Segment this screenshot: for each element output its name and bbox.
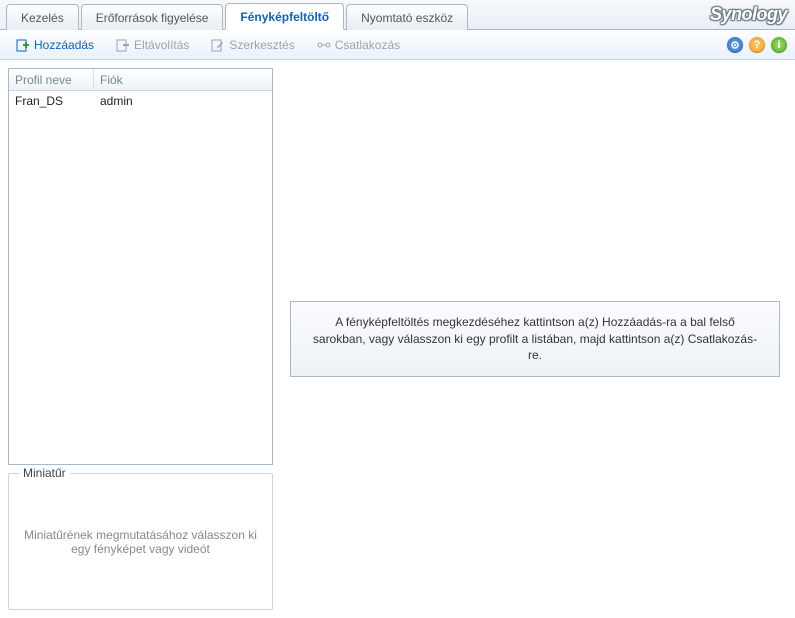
connect-icon: [317, 38, 331, 52]
remove-button: Eltávolítás: [108, 34, 197, 56]
tab-printer-tool[interactable]: Nyomtató eszköz: [346, 4, 468, 30]
left-column: Profil neve Fiók Fran_DS admin Miniatűr …: [8, 68, 273, 610]
right-column: A fényképfeltöltés megkezdéséhez kattint…: [283, 68, 787, 610]
tab-resource-monitor[interactable]: Erőforrások figyelése: [81, 4, 224, 30]
add-button[interactable]: Hozzáadás: [8, 34, 102, 56]
brand-logo: Synology: [710, 4, 787, 25]
cell-account: admin: [94, 94, 272, 108]
thumbnail-panel: Miniatűr Miniatűrének megmutatásához vál…: [8, 473, 273, 610]
edit-label: Szerkesztés: [229, 38, 294, 52]
column-profile-name[interactable]: Profil neve: [9, 69, 94, 90]
tab-photo-uploader[interactable]: Fényképfeltöltő: [225, 3, 344, 30]
info-icon[interactable]: i: [771, 37, 787, 53]
edit-button: Szerkesztés: [203, 34, 302, 56]
grid-body[interactable]: Fran_DS admin: [9, 91, 272, 464]
grid-header: Profil neve Fiók: [9, 69, 272, 91]
help-icon[interactable]: ?: [749, 37, 765, 53]
content-area: Profil neve Fiók Fran_DS admin Miniatűr …: [0, 60, 795, 618]
tab-management[interactable]: Kezelés: [6, 4, 79, 30]
toolbar: Hozzáadás Eltávolítás Szerkesztés Csatla…: [0, 30, 795, 60]
thumbnail-title: Miniatűr: [19, 466, 70, 480]
column-account[interactable]: Fiók: [94, 69, 272, 90]
remove-icon: [116, 38, 130, 52]
add-label: Hozzáadás: [34, 38, 94, 52]
cell-profile: Fran_DS: [9, 94, 94, 108]
thumbnail-placeholder: Miniatűrének megmutatásához válasszon ki…: [19, 528, 262, 556]
connect-label: Csatlakozás: [335, 38, 400, 52]
profile-grid: Profil neve Fiók Fran_DS admin: [8, 68, 273, 465]
tab-bar: Kezelés Erőforrások figyelése Fényképfel…: [0, 0, 795, 30]
table-row[interactable]: Fran_DS admin: [9, 91, 272, 111]
instruction-message: A fényképfeltöltés megkezdéséhez kattint…: [290, 301, 780, 377]
connect-button: Csatlakozás: [309, 34, 408, 56]
remove-label: Eltávolítás: [134, 38, 189, 52]
settings-icon[interactable]: [727, 37, 743, 53]
edit-icon: [211, 38, 225, 52]
add-icon: [16, 38, 30, 52]
